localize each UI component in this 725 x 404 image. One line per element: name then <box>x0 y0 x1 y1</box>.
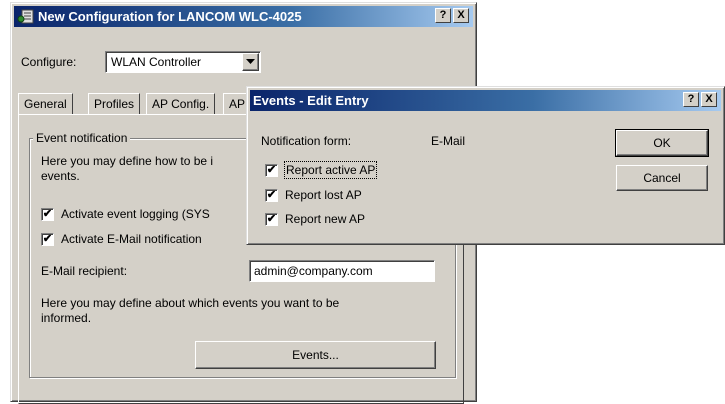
close-icon[interactable]: X <box>453 8 469 23</box>
dialog-title: Events - Edit Entry <box>253 93 369 108</box>
email-recipient-label: E-Mail recipient: <box>41 264 128 278</box>
report-lost-ap-checkbox[interactable]: ✔ <box>265 189 278 202</box>
notification-form-label: Notification form: <box>261 134 352 148</box>
email-recipient-value: admin@company.com <box>254 264 373 278</box>
events-button[interactable]: Events... <box>195 341 436 369</box>
ok-button[interactable]: OK <box>615 129 709 157</box>
email-notification-label: Activate E-Mail notification <box>61 232 202 246</box>
help-icon[interactable]: ? <box>435 8 451 23</box>
event-logging-checkbox[interactable]: ✔ <box>41 208 54 221</box>
tab-profiles[interactable]: Profiles <box>88 93 141 115</box>
configure-label: Configure: <box>21 55 77 69</box>
configure-select[interactable]: WLAN Controller <box>105 51 261 73</box>
report-active-ap-checkbox[interactable]: ✔ <box>265 164 278 177</box>
description-text: Here you may define about which events y… <box>41 296 340 310</box>
dialog-titlebar[interactable]: Events - Edit Entry ? X <box>250 90 721 111</box>
main-titlebar[interactable]: New Configuration for LANCOM WLC-4025 ? … <box>14 6 473 27</box>
chevron-down-icon[interactable] <box>242 53 259 71</box>
description-text: events. <box>41 169 80 183</box>
event-logging-label: Activate event logging (SYS <box>61 207 210 221</box>
report-new-ap-label: Report new AP <box>285 212 366 226</box>
email-recipient-input[interactable]: admin@company.com <box>249 260 435 282</box>
events-edit-dialog: Events - Edit Entry ? X Notification for… <box>246 86 725 245</box>
group-title: Event notification <box>33 131 131 145</box>
email-notification-checkbox[interactable]: ✔ <box>41 233 54 246</box>
tab-ap-config[interactable]: AP Config. <box>146 93 216 115</box>
report-active-ap-label: Report active AP <box>284 161 378 179</box>
report-new-ap-checkbox[interactable]: ✔ <box>265 213 278 226</box>
description-text: Here you may define how to be i <box>41 154 214 168</box>
configure-select-value: WLAN Controller <box>111 55 202 69</box>
report-lost-ap-label: Report lost AP <box>285 188 362 202</box>
cancel-button[interactable]: Cancel <box>616 165 708 191</box>
close-icon[interactable]: X <box>701 92 717 107</box>
notification-form-value: E-Mail <box>431 134 466 148</box>
app-icon <box>17 9 34 24</box>
description-text: informed. <box>41 311 92 325</box>
tab-general[interactable]: General <box>18 93 73 115</box>
main-title: New Configuration for LANCOM WLC-4025 <box>38 9 302 24</box>
help-icon[interactable]: ? <box>683 92 699 107</box>
